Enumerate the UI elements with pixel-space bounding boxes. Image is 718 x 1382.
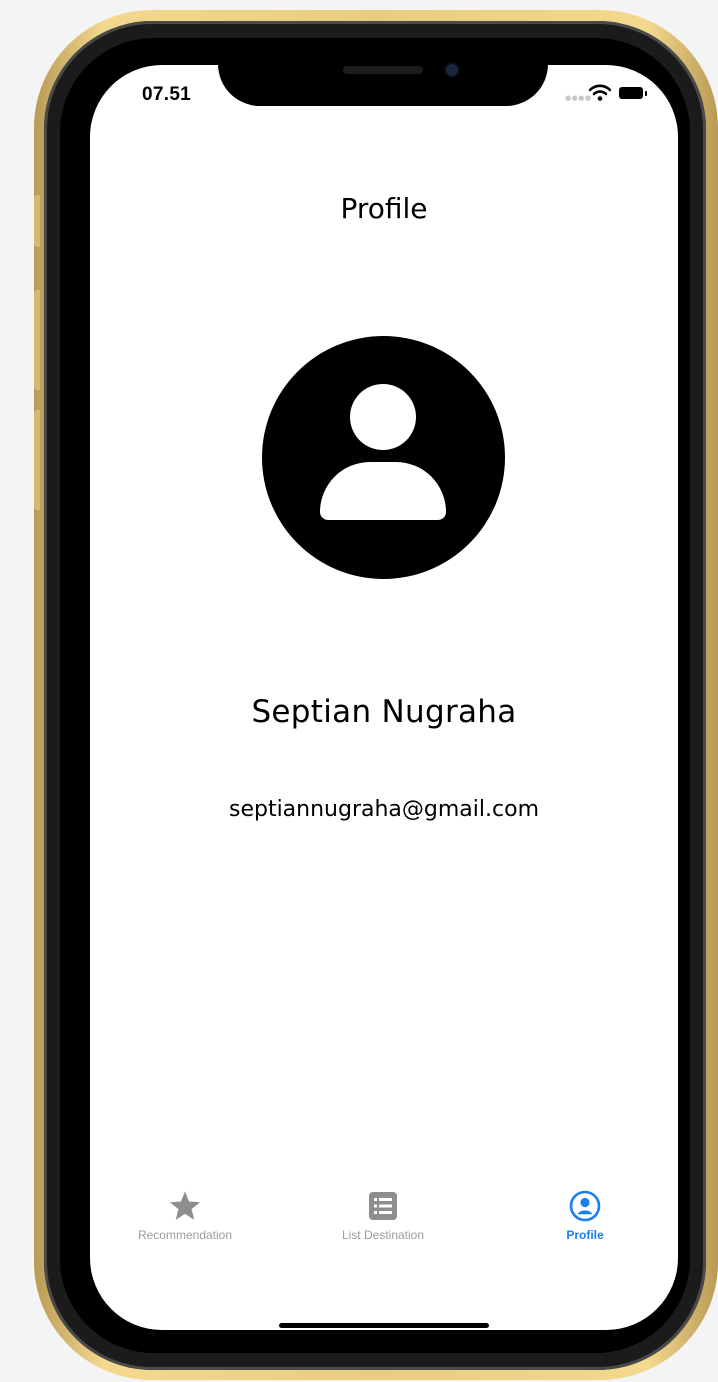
avatar-body-shape: [320, 462, 446, 520]
device-volume-up-button: [34, 290, 40, 390]
signal-dots-icon: ●●●●: [565, 94, 592, 102]
tab-recommendation[interactable]: Recommendation: [100, 1190, 270, 1242]
device-side-button: [34, 195, 40, 247]
star-icon: [169, 1191, 201, 1220]
profile-email: septiannugraha@gmail.com: [228, 797, 539, 822]
tab-recommendation-label: Recommendation: [137, 1228, 233, 1242]
tab-profile-label: Profile: [566, 1228, 604, 1242]
profile-name: Septian Nugraha: [251, 694, 517, 730]
status-indicators: ●●●●: [565, 84, 655, 104]
earpiece-speaker: [343, 66, 423, 74]
front-camera: [446, 64, 458, 76]
person-circle-icon: [569, 1190, 601, 1222]
battery-tip: [645, 91, 647, 96]
home-indicator[interactable]: [279, 1323, 489, 1328]
device-volume-down-button: [34, 410, 40, 510]
tab-profile[interactable]: Profile: [500, 1190, 670, 1242]
tab-list-destination[interactable]: List Destination: [298, 1190, 468, 1242]
wifi-icon: [589, 84, 611, 101]
profile-avatar: [262, 336, 505, 579]
battery-icon: [619, 87, 643, 99]
status-time: 07.51: [142, 84, 192, 105]
page-title: Profile: [340, 192, 428, 225]
avatar-head-shape: [350, 384, 416, 450]
list-icon: [369, 1192, 397, 1220]
tab-list-destination-label: List Destination: [341, 1228, 425, 1242]
